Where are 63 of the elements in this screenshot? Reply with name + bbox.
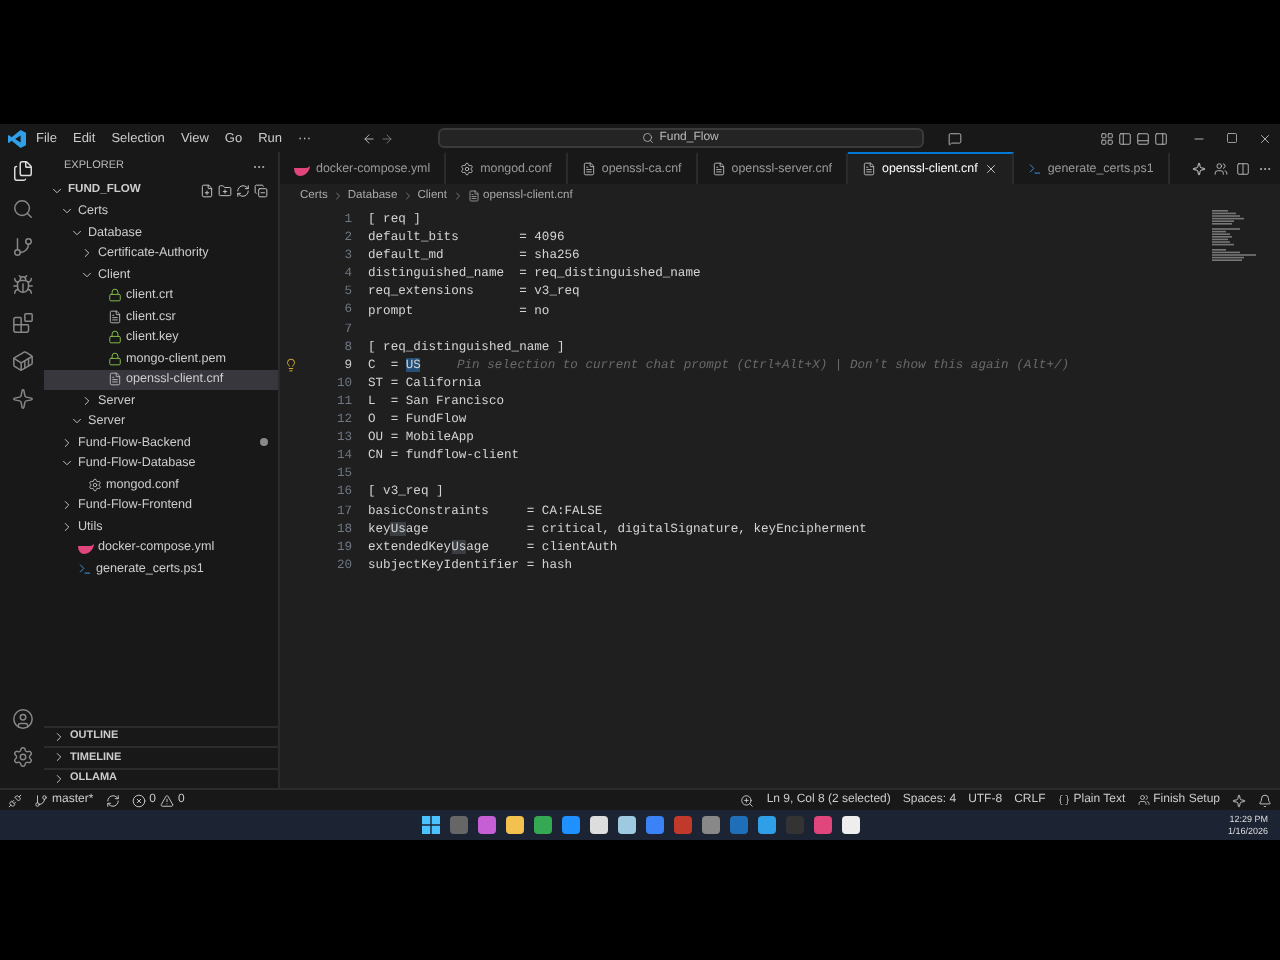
collapse-icon — [254, 183, 268, 198]
search-icon — [11, 198, 33, 220]
file-lines-icon — [467, 189, 480, 201]
terminal-icon — [1027, 162, 1042, 176]
arrow-left-icon — [361, 131, 376, 145]
settings-icon — [11, 746, 33, 768]
chevron-down-icon — [80, 267, 94, 282]
arrow-right-icon — [379, 131, 394, 145]
blocks-icon — [11, 312, 33, 334]
maximize-icon — [1226, 132, 1238, 144]
panel-bottom-icon — [1136, 131, 1150, 145]
layout-icon — [1100, 131, 1114, 145]
branch-icon — [34, 793, 48, 807]
sparkle-icon — [1232, 793, 1246, 807]
file-lines-icon — [581, 162, 596, 176]
new-folder-icon — [218, 183, 232, 198]
refresh-icon — [236, 183, 250, 198]
logo-icon — [8, 129, 26, 147]
panel-left-icon — [1118, 131, 1132, 145]
bell-icon — [1258, 793, 1272, 807]
files-icon — [11, 160, 33, 182]
gear-icon — [460, 162, 475, 176]
chat-icon — [947, 131, 962, 145]
lock-icon — [108, 330, 122, 345]
error-icon — [131, 793, 146, 807]
chevron-right-icon — [331, 189, 344, 201]
people-icon — [1137, 794, 1150, 806]
minimap — [1212, 210, 1256, 262]
gear-icon — [88, 477, 102, 492]
new-file-icon — [200, 183, 214, 198]
account-icon — [11, 708, 33, 730]
lightbulb-icon — [283, 357, 297, 372]
sync-icon — [105, 793, 120, 807]
terminal-icon — [78, 561, 92, 576]
box-icon — [11, 350, 33, 372]
chevron-right-icon — [60, 435, 74, 450]
lock-icon — [108, 288, 122, 303]
chevron-right-icon — [401, 189, 414, 201]
chevron-right-icon — [80, 246, 94, 261]
zoom-icon — [740, 793, 755, 807]
bug-icon — [11, 274, 33, 296]
chevron-down-icon — [60, 456, 74, 471]
sparkle-icon — [1192, 161, 1206, 175]
search-icon — [641, 132, 654, 144]
chevron-right-icon — [451, 189, 464, 201]
lock-icon — [108, 351, 122, 366]
sparkle-icon — [11, 388, 33, 410]
branch-icon — [11, 236, 33, 258]
windows-logo-icon[interactable] — [421, 816, 439, 834]
remote-icon — [8, 793, 22, 807]
braces-icon — [1057, 794, 1070, 806]
file-lines-icon — [711, 162, 726, 176]
warning-icon — [160, 793, 175, 807]
file-lines-icon — [108, 372, 122, 387]
close-icon — [983, 162, 998, 176]
file-lines-icon — [108, 309, 122, 324]
chevron-down-icon — [70, 414, 84, 429]
close-icon — [1258, 131, 1272, 145]
file-lines-icon — [862, 162, 876, 176]
panel-right-icon — [1154, 131, 1168, 145]
modified-dot — [260, 438, 268, 447]
chevron-right-icon — [80, 393, 94, 408]
split-icon — [1236, 161, 1250, 175]
